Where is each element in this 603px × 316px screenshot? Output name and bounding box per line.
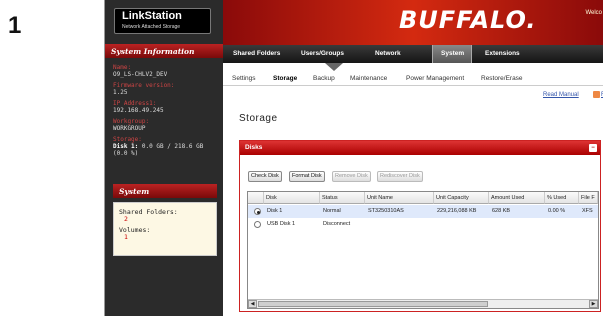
- column-header-percent-used[interactable]: % Used: [545, 192, 579, 204]
- subtab-maintenance[interactable]: Maintenance: [350, 75, 387, 82]
- header-banner: BUFFALO. Welco: [223, 0, 603, 45]
- shared-folders-count: 2: [124, 215, 128, 223]
- read-manual-link[interactable]: Read Manual: [543, 92, 579, 98]
- scroll-thumb[interactable]: [258, 301, 488, 307]
- sub-nav: Settings Storage Backup Maintenance Powe…: [223, 72, 603, 86]
- disk-select-radio[interactable]: [254, 208, 261, 215]
- info-label-name: Name:: [113, 64, 132, 71]
- cell-unit-name: ST3250310AS: [368, 208, 404, 214]
- tab-users-groups[interactable]: Users/Groups: [301, 50, 344, 57]
- storage-disk-percent: (0.0 %): [113, 150, 139, 157]
- remove-disk-button[interactable]: Remove Disk: [332, 171, 371, 182]
- manual-icon: [593, 91, 600, 98]
- tab-shared-folders[interactable]: Shared Folders: [233, 50, 280, 57]
- column-header-select: [248, 192, 264, 204]
- cell-percent-used: 0.00 %: [548, 208, 566, 214]
- welcome-text: Welco: [585, 10, 602, 16]
- tab-extensions[interactable]: Extensions: [485, 50, 520, 57]
- collapse-icon[interactable]: −: [589, 144, 597, 152]
- column-header-unit-name[interactable]: Unit Name: [365, 192, 434, 204]
- subtab-restore-erase[interactable]: Restore/Erase: [481, 75, 523, 82]
- disk-select-radio[interactable]: [254, 221, 261, 228]
- info-value-name: O9_LS-CHLV2_DEV: [113, 71, 168, 78]
- system-info-heading: System Information: [105, 44, 223, 58]
- cell-file-system: XFS: [582, 208, 593, 214]
- step-number: 1: [8, 12, 22, 39]
- logo-subtitle: Network Attached Storage: [122, 24, 181, 30]
- cell-capacity: 229,216,088 KB: [437, 208, 477, 214]
- system-heading: System: [113, 184, 217, 198]
- linkstation-logo: LinkStation Network Attached Storage: [114, 8, 211, 34]
- rediscover-disk-button[interactable]: Rediscover Disk: [377, 171, 423, 182]
- tab-system[interactable]: System: [432, 45, 472, 63]
- shared-folders-label: Shared Folders:: [119, 208, 178, 216]
- table-row[interactable]: Disk 1 Normal ST3250310AS 229,216,088 KB…: [248, 205, 598, 218]
- info-value-storage: Disk 1: 0.0 GB / 218.6 GB (0.0 %): [113, 143, 219, 157]
- tab-network[interactable]: Network: [375, 50, 401, 57]
- cell-status: Disconnect: [323, 221, 351, 227]
- active-tab-arrow-icon: [325, 63, 343, 71]
- system-summary-box: Shared Folders: 2 Volumes: 1: [113, 202, 217, 256]
- info-value-firmware: 1.25: [113, 89, 128, 96]
- column-header-file-system[interactable]: File F: [579, 192, 598, 204]
- subtab-backup[interactable]: Backup: [313, 75, 335, 82]
- system-info-list: Name: O9_LS-CHLV2_DEV Firmware version: …: [113, 64, 219, 161]
- volumes-label: Volumes:: [119, 226, 151, 234]
- format-disk-button[interactable]: Format Disk: [289, 171, 325, 182]
- disks-table: Disk Status Unit Name Unit Capacity Amou…: [247, 191, 599, 309]
- info-value-ip: 192.168.49.245: [113, 107, 164, 114]
- column-header-status[interactable]: Status: [320, 192, 365, 204]
- column-header-unit-capacity[interactable]: Unit Capacity: [434, 192, 489, 204]
- subtab-power-management[interactable]: Power Management: [406, 75, 464, 82]
- cell-disk: Disk 1: [267, 208, 283, 214]
- subtab-storage[interactable]: Storage: [273, 75, 297, 82]
- storage-disk-label: Disk 1:: [113, 143, 139, 150]
- check-disk-button[interactable]: Check Disk: [248, 171, 282, 182]
- info-label-firmware: Firmware version:: [113, 82, 175, 89]
- cell-amount-used: 628 KB: [492, 208, 511, 214]
- disks-panel-title: Disks: [245, 144, 263, 151]
- storage-disk-usage: 0.0 GB / 218.6 GB: [138, 143, 204, 150]
- tab-system-label: System: [441, 50, 465, 57]
- cell-status: Normal: [323, 208, 341, 214]
- column-header-amount-used[interactable]: Amount Used: [489, 192, 545, 204]
- info-value-workgroup: WORKGROUP: [113, 125, 146, 132]
- info-label-ip: IP Address1:: [113, 100, 157, 107]
- info-label-workgroup: Workgroup:: [113, 118, 150, 125]
- disks-panel-header: Disks −: [240, 141, 600, 155]
- volumes-count: 1: [124, 233, 128, 241]
- scroll-left-icon[interactable]: ◀: [248, 300, 257, 308]
- horizontal-scrollbar[interactable]: ◀ ▶: [248, 299, 598, 308]
- column-header-disk[interactable]: Disk: [264, 192, 320, 204]
- buffalo-logo: BUFFALO.: [399, 6, 537, 34]
- info-label-storage: Storage:: [113, 136, 142, 143]
- cell-disk: USB Disk 1: [267, 221, 296, 227]
- scroll-right-icon[interactable]: ▶: [589, 300, 598, 308]
- subtab-settings[interactable]: Settings: [232, 75, 256, 82]
- nas-admin-screenshot: LinkStation Network Attached Storage Sys…: [104, 0, 603, 316]
- top-nav: Shared Folders Users/Groups Network Syst…: [223, 45, 603, 63]
- page-title: Storage: [239, 113, 278, 124]
- table-row[interactable]: USB Disk 1 Disconnect: [248, 218, 598, 231]
- logo-title: LinkStation: [122, 10, 182, 22]
- sidebar: LinkStation Network Attached Storage Sys…: [105, 0, 223, 316]
- disks-panel: Disks − Check Disk Format Disk Remove Di…: [239, 140, 601, 312]
